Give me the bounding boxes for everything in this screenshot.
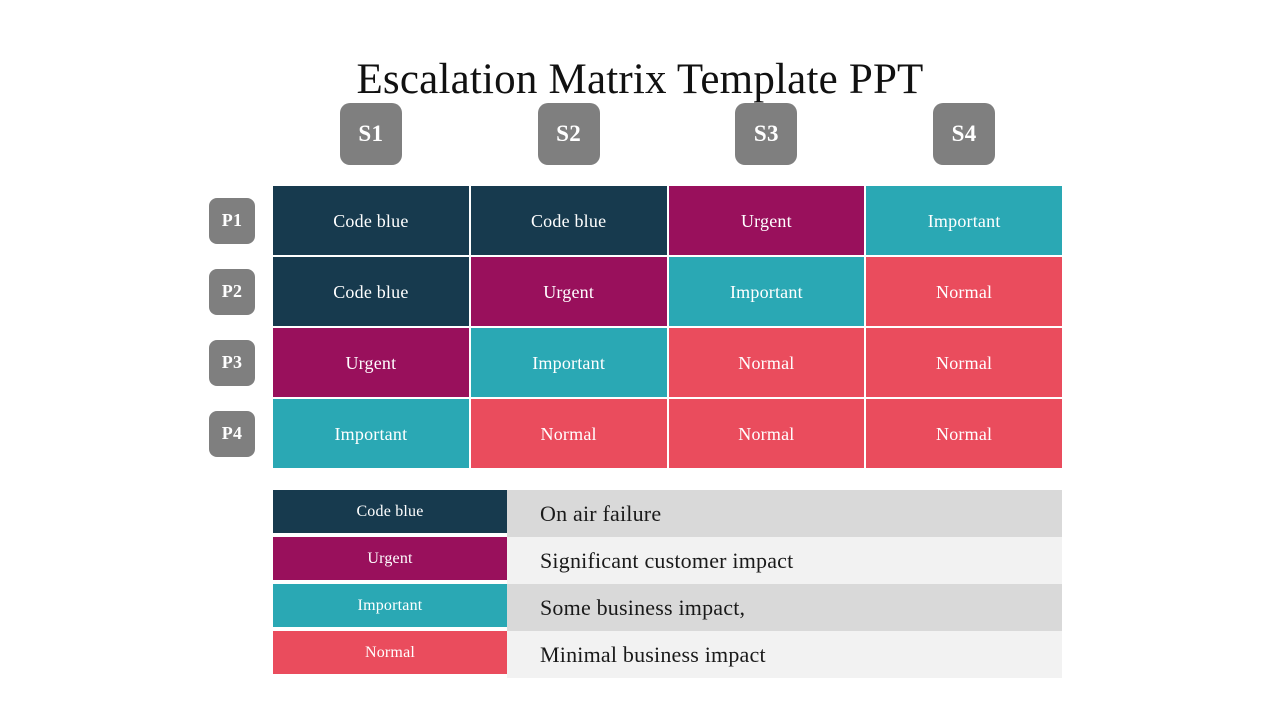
legend-description: Significant customer impact [507, 537, 1062, 584]
matrix-cell[interactable]: Important [668, 257, 865, 326]
matrix-cell[interactable]: Important [866, 186, 1062, 255]
column-header-slot: S2 [471, 103, 667, 165]
matrix-cell[interactable]: Code blue [273, 186, 469, 255]
matrix-row: Important Normal Normal Normal [273, 399, 1062, 468]
matrix-cell[interactable]: Normal [866, 399, 1062, 468]
column-header-slot: S1 [273, 103, 469, 165]
legend-swatch[interactable]: Normal [273, 631, 507, 674]
legend-description: On air failure [507, 490, 1062, 537]
column-header-slot: S4 [866, 103, 1062, 165]
column-header-badge-s4[interactable]: S4 [933, 103, 996, 165]
row-header-slot: P3 [209, 328, 255, 397]
matrix-row: Urgent Important Normal Normal [273, 328, 1062, 397]
row-header-badge-p3[interactable]: P3 [209, 339, 255, 386]
matrix-cell[interactable]: Urgent [273, 328, 469, 397]
matrix-cell[interactable]: Important [273, 399, 469, 468]
matrix-cell[interactable]: Code blue [470, 186, 667, 255]
row-header-column: P1 P2 P3 P4 [209, 186, 255, 469]
legend-row: Important Some business impact, [273, 584, 1062, 631]
matrix-cell[interactable]: Normal [470, 399, 667, 468]
column-header-badge-s3[interactable]: S3 [735, 103, 798, 165]
row-header-badge-p1[interactable]: P1 [209, 197, 255, 244]
legend-swatch[interactable]: Urgent [273, 537, 507, 580]
matrix-cell[interactable]: Important [470, 328, 667, 397]
matrix-cell[interactable]: Normal [866, 328, 1062, 397]
legend-description: Some business impact, [507, 584, 1062, 631]
column-header-badge-s1[interactable]: S1 [339, 103, 402, 165]
escalation-matrix: Code blue Code blue Urgent Important Code bl… [273, 186, 1062, 469]
column-header-row: S1 S2 S3 S4 [273, 103, 1062, 165]
matrix-cell[interactable]: Code blue [273, 257, 469, 326]
column-header-slot: S3 [669, 103, 865, 165]
matrix-cell[interactable]: Normal [668, 328, 865, 397]
row-header-slot: P1 [209, 186, 255, 255]
matrix-cell[interactable]: Urgent [668, 186, 865, 255]
page-title: Escalation Matrix Template PPT [356, 55, 924, 103]
matrix-cell[interactable]: Normal [866, 257, 1062, 326]
row-header-badge-p4[interactable]: P4 [209, 410, 255, 457]
row-header-slot: P4 [209, 399, 255, 468]
legend-row: Code blue On air failure [273, 490, 1062, 537]
legend-row: Urgent Significant customer impact [273, 537, 1062, 584]
legend-swatch[interactable]: Important [273, 584, 507, 627]
legend-row: Normal Minimal business impact [273, 631, 1062, 678]
matrix-cell[interactable]: Urgent [470, 257, 667, 326]
matrix-row: Code blue Urgent Important Normal [273, 257, 1062, 326]
matrix-cell[interactable]: Normal [668, 399, 865, 468]
row-header-badge-p2[interactable]: P2 [209, 268, 255, 315]
column-header-badge-s2[interactable]: S2 [537, 103, 600, 165]
legend-description: Minimal business impact [507, 631, 1062, 678]
row-header-slot: P2 [209, 257, 255, 326]
legend-swatch[interactable]: Code blue [273, 490, 507, 533]
matrix-row: Code blue Code blue Urgent Important [273, 186, 1062, 255]
severity-legend: Code blue On air failure Urgent Significant… [273, 490, 1062, 678]
